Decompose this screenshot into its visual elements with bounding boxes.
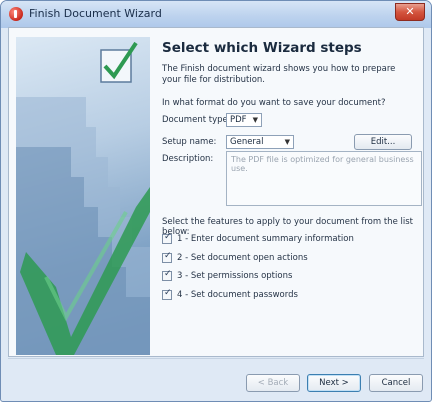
close-button[interactable]: ✕ [395,3,425,21]
feature-checkbox[interactable] [162,232,172,244]
button-bar-separator [8,358,424,359]
window-title: Finish Document Wizard [29,7,162,20]
setup-name-value: General [230,137,264,147]
feature-checkbox[interactable] [162,288,172,300]
document-type-value: PDF [230,115,247,125]
app-logo-icon [9,7,23,21]
feature-checkbox[interactable] [162,269,172,281]
document-type-select[interactable]: PDF ▼ [226,113,262,127]
description-field[interactable]: The PDF file is optimized for general bu… [226,151,422,206]
wizard-side-graphic [16,37,150,355]
feature-label: 3 - Set permissions options [177,271,293,281]
page-heading: Select which Wizard steps [162,40,362,56]
feature-checkbox[interactable] [162,251,172,263]
next-button[interactable]: Next > [307,374,361,392]
chevron-down-icon: ▼ [252,116,258,124]
description-label: Description: [162,154,214,164]
setup-name-label: Setup name: [162,137,217,147]
back-button[interactable]: < Back [246,374,300,392]
cancel-button[interactable]: Cancel [369,374,423,392]
feature-label: 1 - Enter document summary information [177,234,354,244]
edit-button[interactable]: Edit... [354,134,412,150]
feature-label: 4 - Set document passwords [177,290,298,300]
chevron-down-icon: ▼ [284,138,290,146]
setup-name-select[interactable]: General ▼ [226,135,294,149]
feature-label: 2 - Set document open actions [177,253,308,263]
document-type-label: Document type: [162,115,231,125]
page-description: The Finish document wizard shows you how… [162,64,396,85]
format-question: In what format do you want to save your … [162,98,386,108]
staircase-checkmark-icon [16,41,150,355]
title-bar[interactable]: Finish Document Wizard ✕ [1,1,431,28]
